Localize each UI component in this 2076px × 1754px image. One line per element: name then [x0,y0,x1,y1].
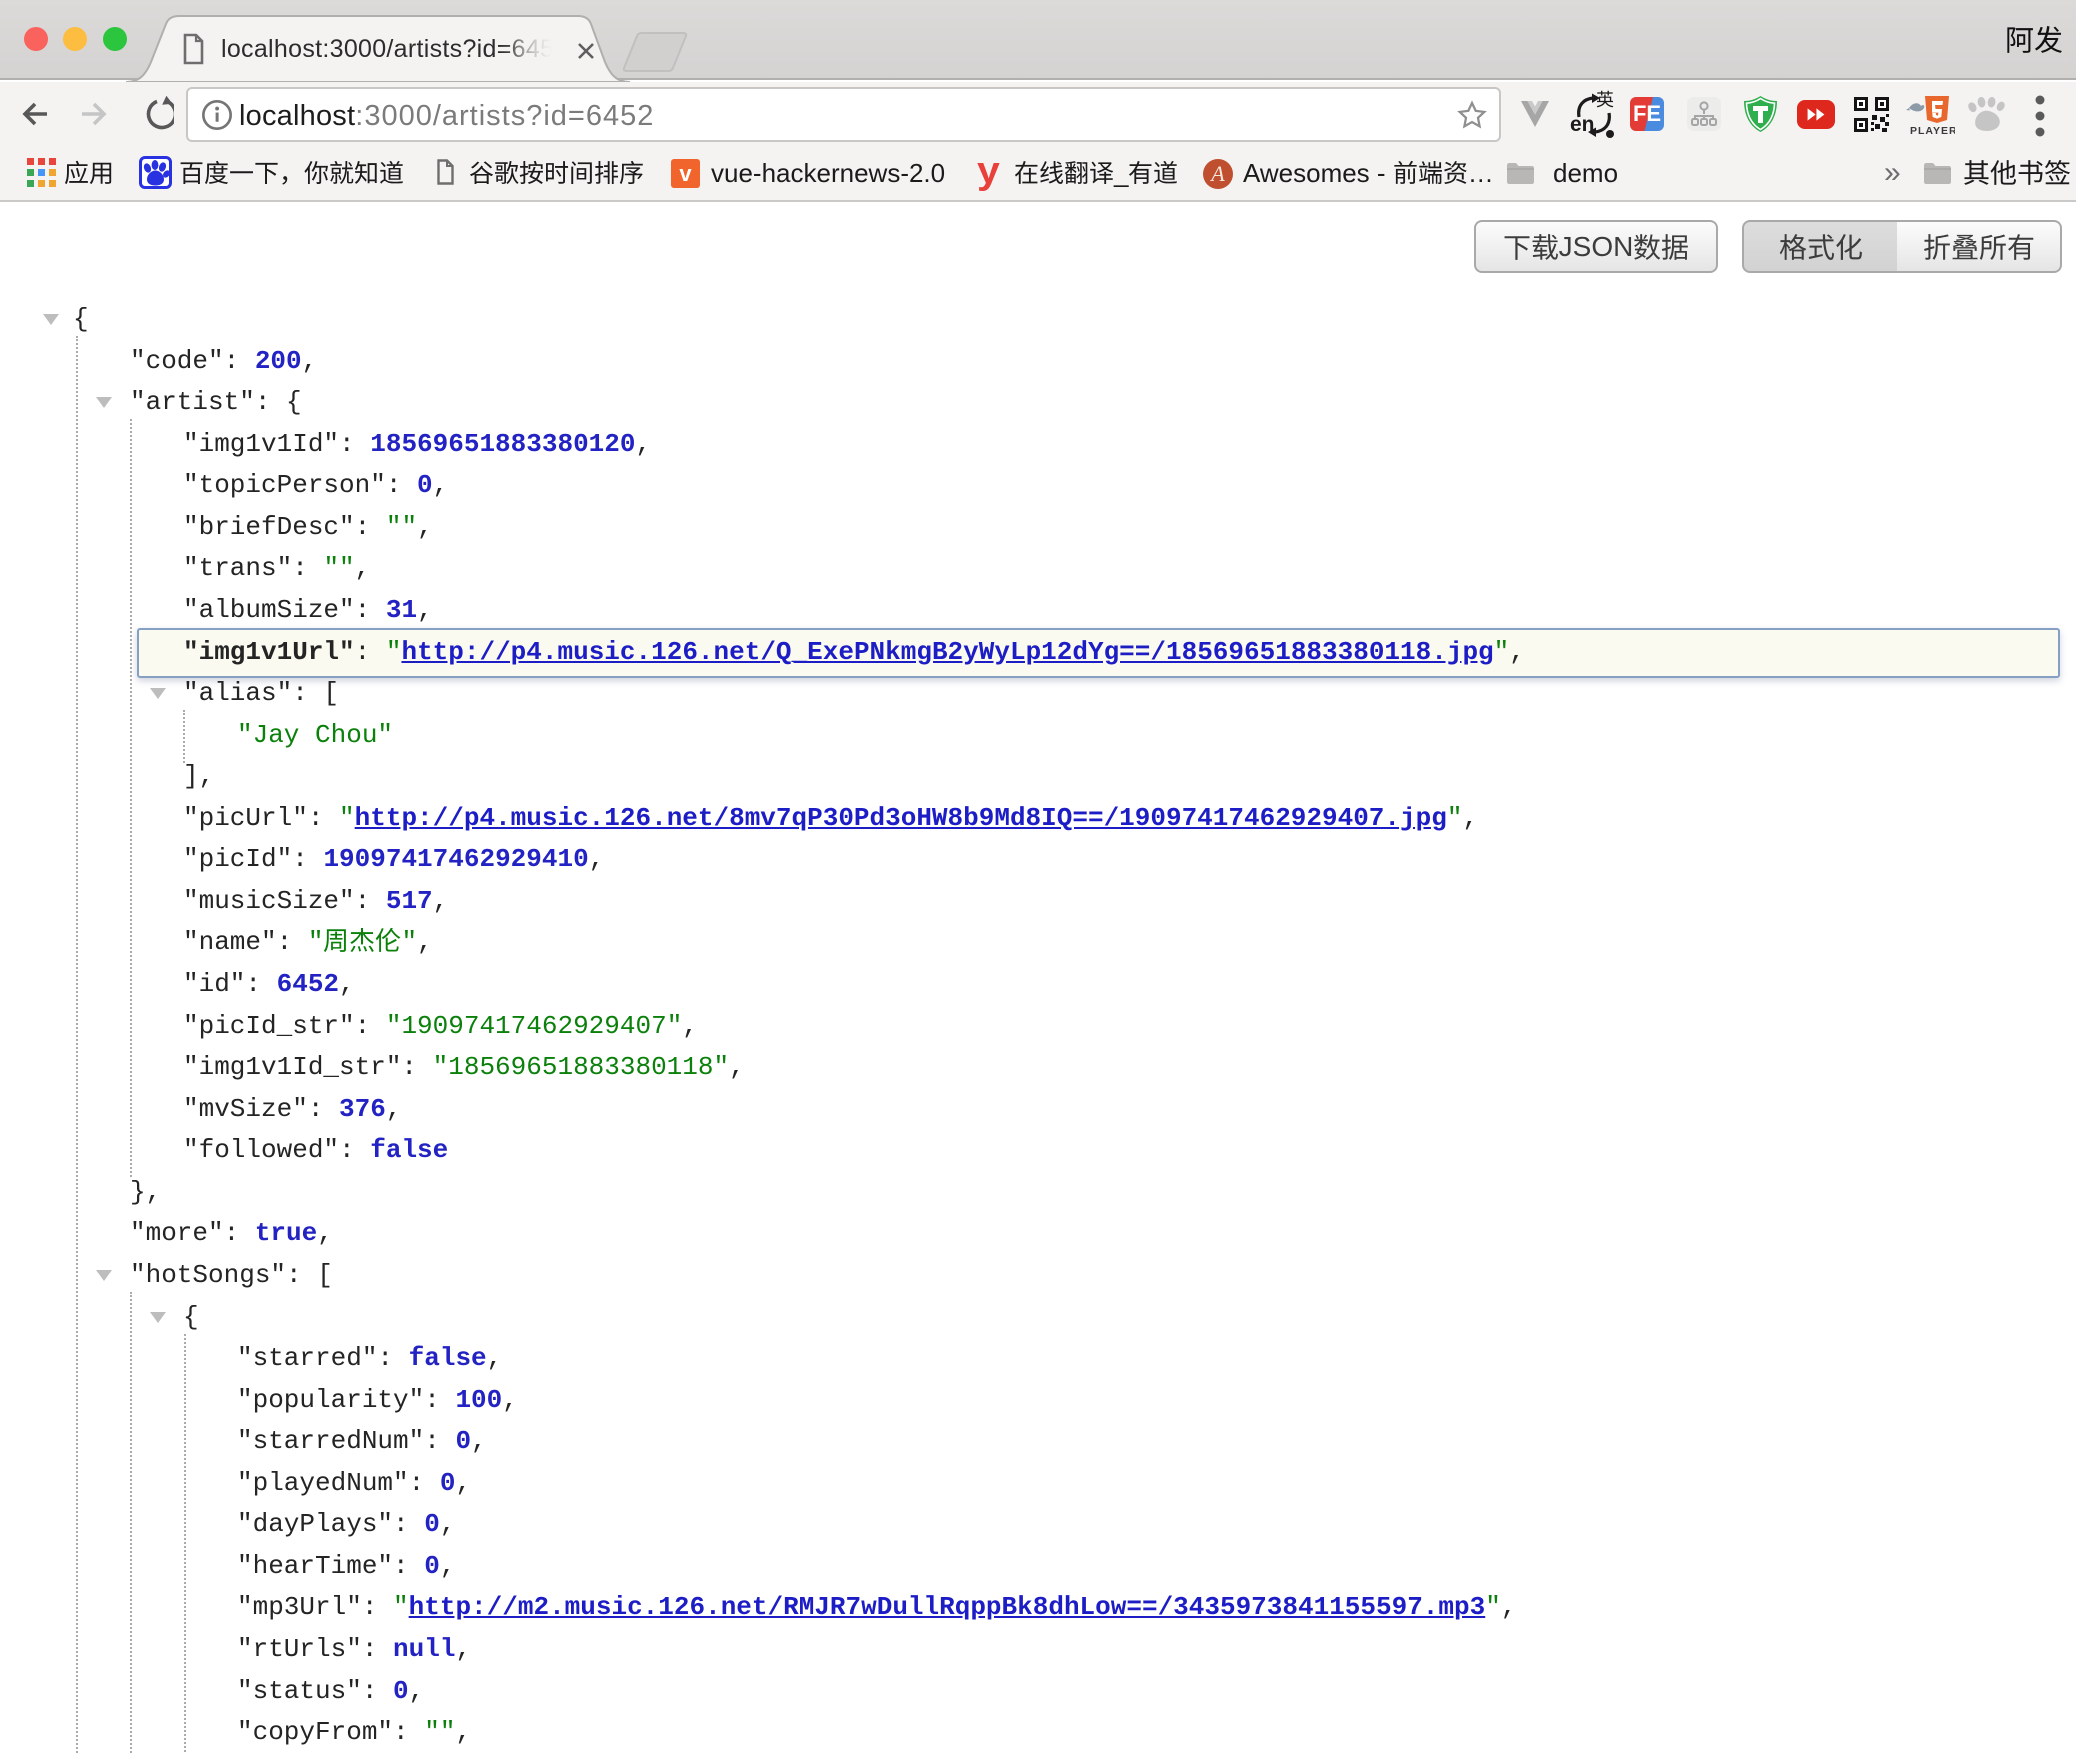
svg-text:PLAYER: PLAYER [1910,125,1955,136]
